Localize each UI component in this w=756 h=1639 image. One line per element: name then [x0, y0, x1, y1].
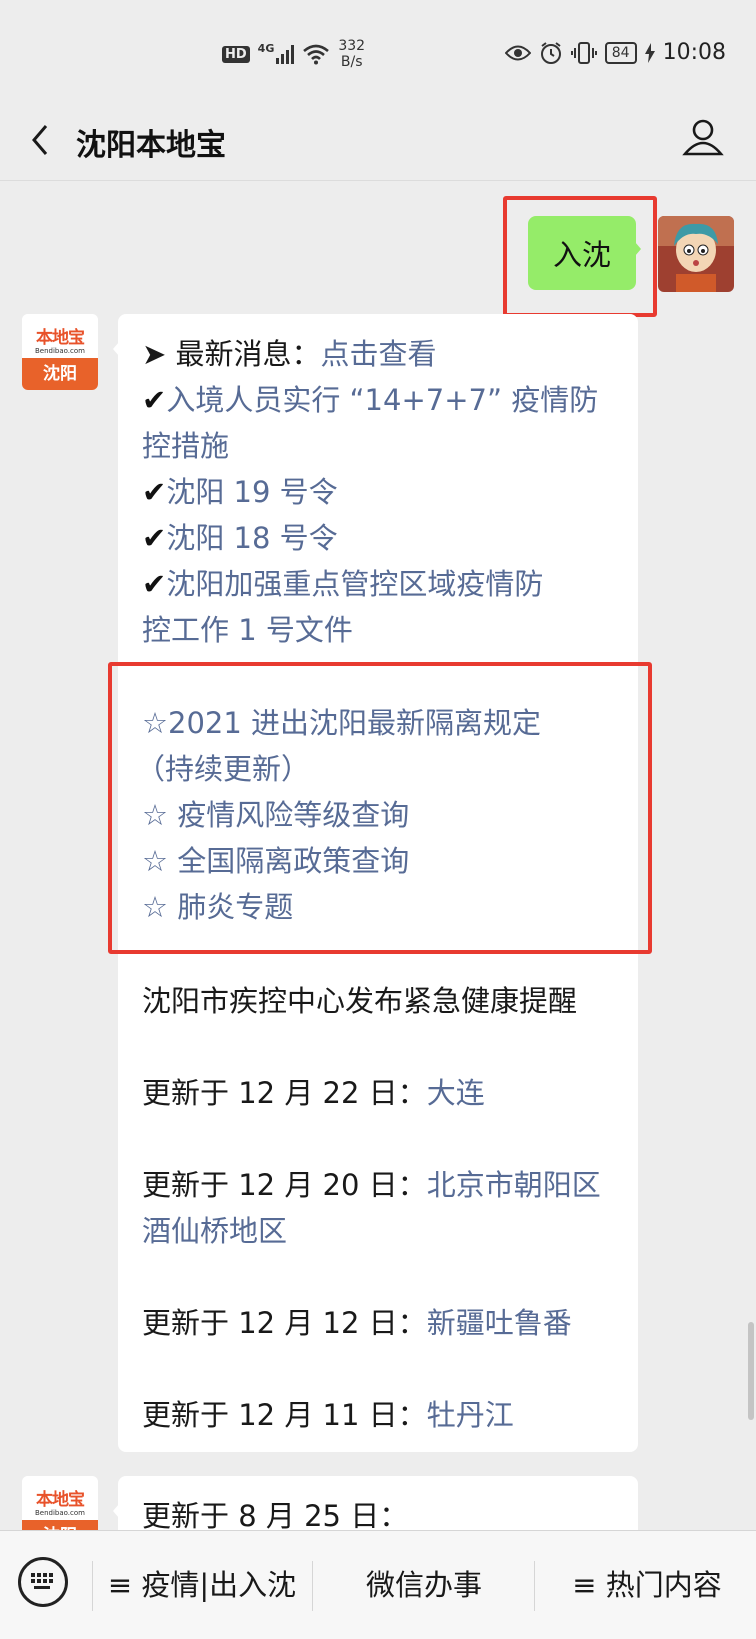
list-item[interactable]: ✔入境人员实行 “14+7+7” 疫情防: [142, 380, 598, 420]
check-icon: ✔: [142, 475, 167, 509]
status-bar: HD 4G 332 B/s 84 10:08: [0, 0, 756, 100]
list-item[interactable]: ✔沈阳 18 号令: [142, 518, 338, 558]
user-avatar[interactable]: [658, 216, 734, 292]
latest-news-link[interactable]: 点击查看: [321, 337, 437, 371]
battery-indicator: 84: [604, 41, 637, 64]
back-icon[interactable]: [28, 120, 52, 160]
menu-epidemic-travel[interactable]: ≡ 疫情|出入沈: [96, 1531, 308, 1639]
charging-icon: [644, 42, 655, 63]
latest-news-line: ➤ 最新消息：点击查看: [142, 337, 437, 371]
profile-icon[interactable]: [682, 116, 724, 158]
user-message-highlight: [503, 196, 657, 317]
check-icon: ✔: [142, 383, 167, 417]
check-icon: ✔: [142, 521, 167, 555]
list-item-cont[interactable]: 控措施: [142, 426, 229, 466]
list-item-cont[interactable]: 控工作 1 号文件: [142, 610, 353, 650]
bottom-menu: ≡ 疫情|出入沈 微信办事 ≡ 热门内容: [0, 1530, 756, 1639]
menu-wechat-services[interactable]: 微信办事: [316, 1531, 532, 1639]
scrollbar[interactable]: [748, 1322, 754, 1420]
update-line-cont[interactable]: 酒仙桥地区: [142, 1211, 287, 1251]
quarantine-rules-link[interactable]: ☆2021 进出沈阳最新隔离规定: [142, 703, 541, 743]
list-item[interactable]: ✔沈阳 19 号令: [142, 472, 338, 512]
hd-icon: HD: [222, 45, 250, 63]
update-line: 更新于 12 月 22 日：大连: [142, 1076, 485, 1110]
cdc-reminder: 沈阳市疾控中心发布紧急健康提醒: [142, 984, 578, 1018]
update-line: 更新于 12 月 11 日：牡丹江: [142, 1398, 514, 1432]
keyboard-icon[interactable]: [18, 1557, 68, 1607]
alarm-icon: [540, 41, 561, 64]
update-line: 更新于 12 月 12 日：新疆吐鲁番: [142, 1306, 572, 1340]
nav-bar: 沈阳本地宝: [0, 100, 756, 180]
eye-icon: [504, 45, 531, 60]
bot-avatar[interactable]: 本地宝 Bendibao.com 沈阳: [22, 314, 98, 390]
network-type: 4G: [257, 41, 275, 55]
quarantine-rules-link-cont[interactable]: （持续更新）: [136, 749, 310, 789]
list-item[interactable]: ✔沈阳加强重点管控区域疫情防: [142, 564, 543, 604]
check-icon: ✔: [142, 567, 167, 601]
signal-icon: [276, 44, 295, 64]
page-title: 沈阳本地宝: [76, 128, 226, 163]
wifi-icon: [303, 44, 330, 65]
vibrate-icon: [570, 41, 597, 64]
risk-level-link[interactable]: ☆ 疫情风险等级查询: [142, 795, 409, 835]
update-line: 更新于 12 月 20 日：北京市朝阳区: [142, 1168, 601, 1202]
pneumonia-topic-link[interactable]: ☆ 肺炎专题: [142, 887, 293, 927]
clock: 10:08: [662, 40, 726, 65]
menu-hot-content[interactable]: ≡ 热门内容: [538, 1531, 756, 1639]
national-policy-link[interactable]: ☆ 全国隔离政策查询: [142, 841, 409, 881]
nav-divider: [0, 180, 756, 181]
net-speed: 332 B/s: [338, 38, 366, 70]
